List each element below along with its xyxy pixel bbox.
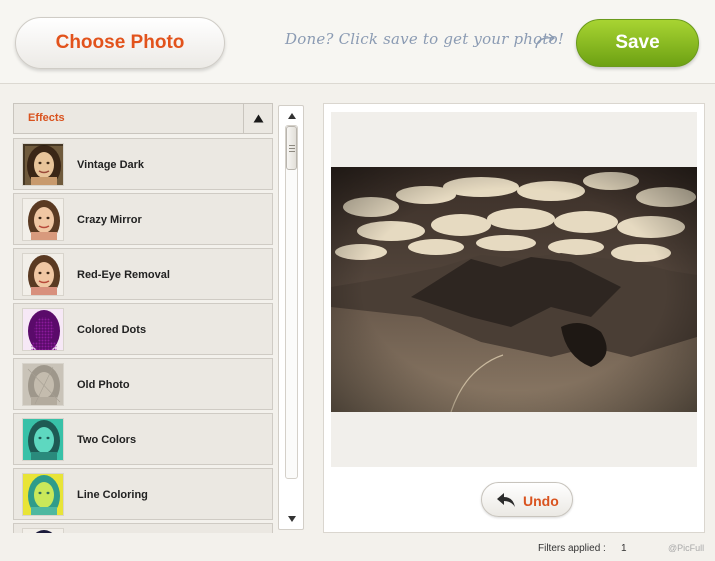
triangle-up-icon xyxy=(253,114,264,123)
photo-canvas xyxy=(331,112,697,467)
vintage-dark-thumbnail xyxy=(22,143,64,186)
effect-item-red-eye-removal[interactable]: Red-Eye Removal xyxy=(13,248,273,300)
effect-item-old-photo[interactable]: Old Photo xyxy=(13,358,273,410)
effects-header[interactable]: Effects xyxy=(13,103,273,134)
effect-item-two-colors[interactable]: Two Colors xyxy=(13,413,273,465)
old-photo-thumbnail xyxy=(22,363,64,406)
undo-button[interactable]: Undo xyxy=(481,482,573,517)
scroll-up-arrow-icon[interactable] xyxy=(287,112,297,120)
save-button[interactable]: Save xyxy=(576,19,699,67)
colored-dots-thumbnail xyxy=(22,308,64,351)
top-toolbar: Choose Photo Done? Click save to get you… xyxy=(0,0,715,84)
two-colors-thumbnail xyxy=(22,418,64,461)
line-coloring-thumbnail xyxy=(22,473,64,516)
effect-item-crazy-mirror[interactable]: Crazy Mirror xyxy=(13,193,273,245)
effect-label: Red-Eye Removal xyxy=(77,269,170,281)
photo-preview-panel: Undo xyxy=(323,103,705,533)
effect-label: Colored Dots xyxy=(77,324,147,336)
effect-label: Crazy Mirror xyxy=(77,214,142,226)
crazy-mirror-thumbnail xyxy=(22,198,64,241)
red-eye-removal-thumbnail xyxy=(22,253,64,296)
scroll-thumb[interactable] xyxy=(286,126,297,170)
scroll-down-arrow-icon[interactable] xyxy=(287,515,297,523)
effect-label: Old Photo xyxy=(77,379,130,391)
partial-thumbnail xyxy=(22,528,64,533)
save-hint-text: Done? Click save to get your photo! xyxy=(285,30,565,48)
effect-item-vintage-dark[interactable]: Vintage Dark xyxy=(13,138,273,190)
choose-photo-button[interactable]: Choose Photo xyxy=(15,17,225,69)
effects-scrollbar[interactable] xyxy=(278,105,304,530)
filters-applied-label: Filters applied : xyxy=(538,543,606,554)
effects-title: Effects xyxy=(28,112,65,124)
scroll-track[interactable] xyxy=(285,125,298,479)
effects-panel: Effects Vintage Dark Crazy Mirror Red-Ey… xyxy=(13,103,273,533)
effect-label: Line Coloring xyxy=(77,489,148,501)
effect-label: Vintage Dark xyxy=(77,159,145,171)
edited-photo xyxy=(331,167,697,412)
curved-arrow-icon xyxy=(535,33,556,49)
watermark-text: @PicFull xyxy=(668,543,705,553)
collapse-button[interactable] xyxy=(243,104,273,133)
effect-item-colored-dots[interactable]: Colored Dots xyxy=(13,303,273,355)
effect-item-line-coloring[interactable]: Line Coloring xyxy=(13,468,273,520)
effect-label: Two Colors xyxy=(77,434,137,446)
filters-applied-count: 1 xyxy=(621,543,627,554)
undo-arrow-icon xyxy=(497,493,515,507)
effect-item-partial[interactable] xyxy=(13,523,273,533)
undo-label: Undo xyxy=(523,493,559,509)
